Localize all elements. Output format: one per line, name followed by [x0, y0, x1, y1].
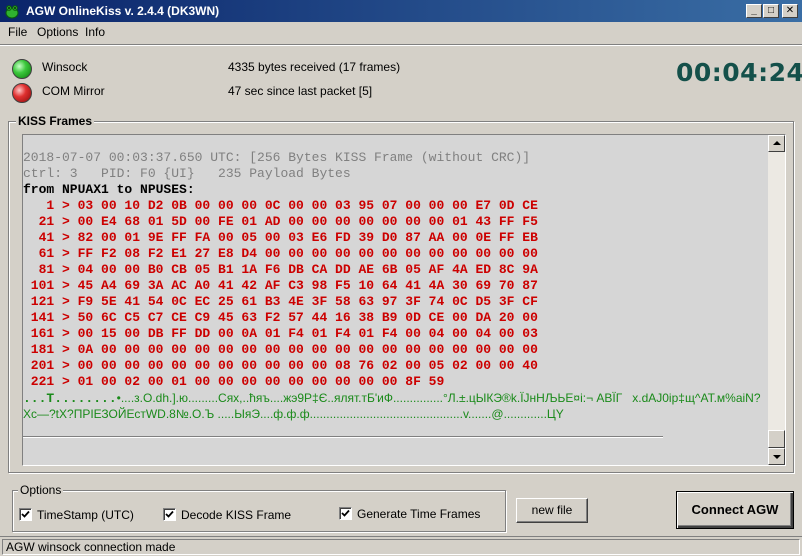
winsock-label: Winsock	[42, 60, 88, 74]
timestamp-checkbox[interactable]	[19, 508, 32, 521]
kiss-frames-title: KISS Frames	[16, 114, 95, 128]
checkmark-icon	[341, 509, 350, 517]
com-mirror-label: COM Mirror	[42, 84, 105, 98]
menu-separator	[0, 44, 802, 46]
ascii-line-start: ...T........	[23, 391, 117, 406]
frog-app-icon	[5, 5, 19, 19]
menu-bar: File Options Info	[0, 22, 802, 42]
hex-row: 161 > 00 15 00 DB FF DD 00 0A 01 F4 01 F…	[23, 326, 538, 341]
ascii-line: ...T........•....з.О.dh.].ю.........Сях,…	[23, 390, 769, 407]
timestamp-label: TimeStamp (UTC)	[37, 508, 134, 522]
decode-kiss-checkbox[interactable]	[163, 508, 176, 521]
close-button[interactable]: ✕	[782, 4, 798, 18]
time-frames-label: Generate Time Frames	[357, 507, 481, 521]
window-title: AGW OnlineKiss v. 2.4.4 (DK3WN)	[26, 4, 220, 18]
com-mirror-info: 47 sec since last packet [5]	[228, 84, 373, 98]
arrow-down-icon	[773, 455, 781, 459]
hex-row: 41 > 82 00 01 9E FF FA 00 05 00 03 E6 FD…	[23, 230, 538, 245]
scroll-thumb[interactable]	[768, 430, 785, 448]
scroll-down-button[interactable]	[768, 448, 785, 465]
hex-row: 141 > 50 6C C5 C7 CE C9 45 63 F2 57 44 1…	[23, 310, 538, 325]
minimize-button[interactable]: _	[746, 4, 762, 18]
menu-info[interactable]: Info	[85, 25, 105, 39]
decode-kiss-label: Decode KISS Frame	[181, 508, 292, 522]
kiss-frame-text: 2018-07-07 00:03:37.650 UTC: [256 Bytes …	[23, 150, 769, 390]
frame-header-line: 2018-07-07 00:03:37.650 UTC: [256 Bytes …	[23, 150, 531, 165]
hex-row: 1 > 03 00 10 D2 0B 00 00 00 0C 00 00 03 …	[23, 198, 538, 213]
menu-options[interactable]: Options	[37, 25, 78, 39]
time-frames-checkbox[interactable]	[339, 507, 352, 520]
hex-row: 61 > FF F2 08 F2 E1 27 E8 D4 00 00 00 00…	[23, 246, 538, 261]
ascii-line-2: Хс—?tX?ПРІЕЗОЙЕстWD.8№.О.Ъ .....ЫяЭ....ф…	[23, 407, 564, 421]
ascii-line-rest: •....з.О.dh.].ю.........Сях,..ћяъ....жэ9…	[116, 391, 761, 405]
options-title: Options	[18, 483, 64, 497]
checkmark-icon	[21, 510, 30, 518]
new-file-button[interactable]: new file	[516, 498, 588, 523]
winsock-status-led-icon	[12, 59, 32, 79]
title-bar: AGW OnlineKiss v. 2.4.4 (DK3WN) _ □ ✕	[0, 0, 802, 22]
status-bar: AGW winsock connection made	[0, 536, 802, 556]
elapsed-timer: 00:04:24	[676, 58, 802, 87]
hex-row: 81 > 04 00 00 B0 CB 05 B1 1A F6 DB CA DD…	[23, 262, 538, 277]
status-text: AGW winsock connection made	[2, 539, 800, 555]
frame-ctrl-line: ctrl: 3 PID: F0 {UI} 235 Payload Bytes	[23, 166, 351, 181]
hex-row: 201 > 00 00 00 00 00 00 00 00 00 00 00 0…	[23, 358, 538, 373]
scroll-up-button[interactable]	[768, 135, 785, 152]
frame-from-line: from NPUAX1 to NPUSES:	[23, 182, 195, 197]
arrow-up-icon	[773, 141, 781, 145]
hex-row: 121 > F9 5E 41 54 0C EC 25 61 B3 4E 3F 5…	[23, 294, 538, 309]
hex-row: 181 > 0A 00 00 00 00 00 00 00 00 00 00 0…	[23, 342, 538, 357]
frame-separator	[23, 436, 663, 438]
checkmark-icon	[165, 510, 174, 518]
winsock-bytes-info: 4335 bytes received (17 frames)	[228, 60, 401, 74]
hex-row: 221 > 01 00 02 00 01 00 00 00 00 00 00 0…	[23, 374, 445, 389]
maximize-button[interactable]: □	[763, 4, 779, 18]
connect-agw-button[interactable]: Connect AGW	[676, 491, 794, 529]
com-mirror-status-led-icon	[12, 83, 32, 103]
kiss-vertical-scrollbar[interactable]	[768, 135, 785, 465]
menu-file[interactable]: File	[8, 25, 27, 39]
hex-row: 101 > 45 A4 69 3A AC A0 41 42 AF C3 98 F…	[23, 278, 538, 293]
hex-row: 21 > 00 E4 68 01 5D 00 FE 01 AD 00 00 00…	[23, 214, 538, 229]
kiss-frame-view[interactable]: 2018-07-07 00:03:37.650 UTC: [256 Bytes …	[22, 134, 786, 466]
